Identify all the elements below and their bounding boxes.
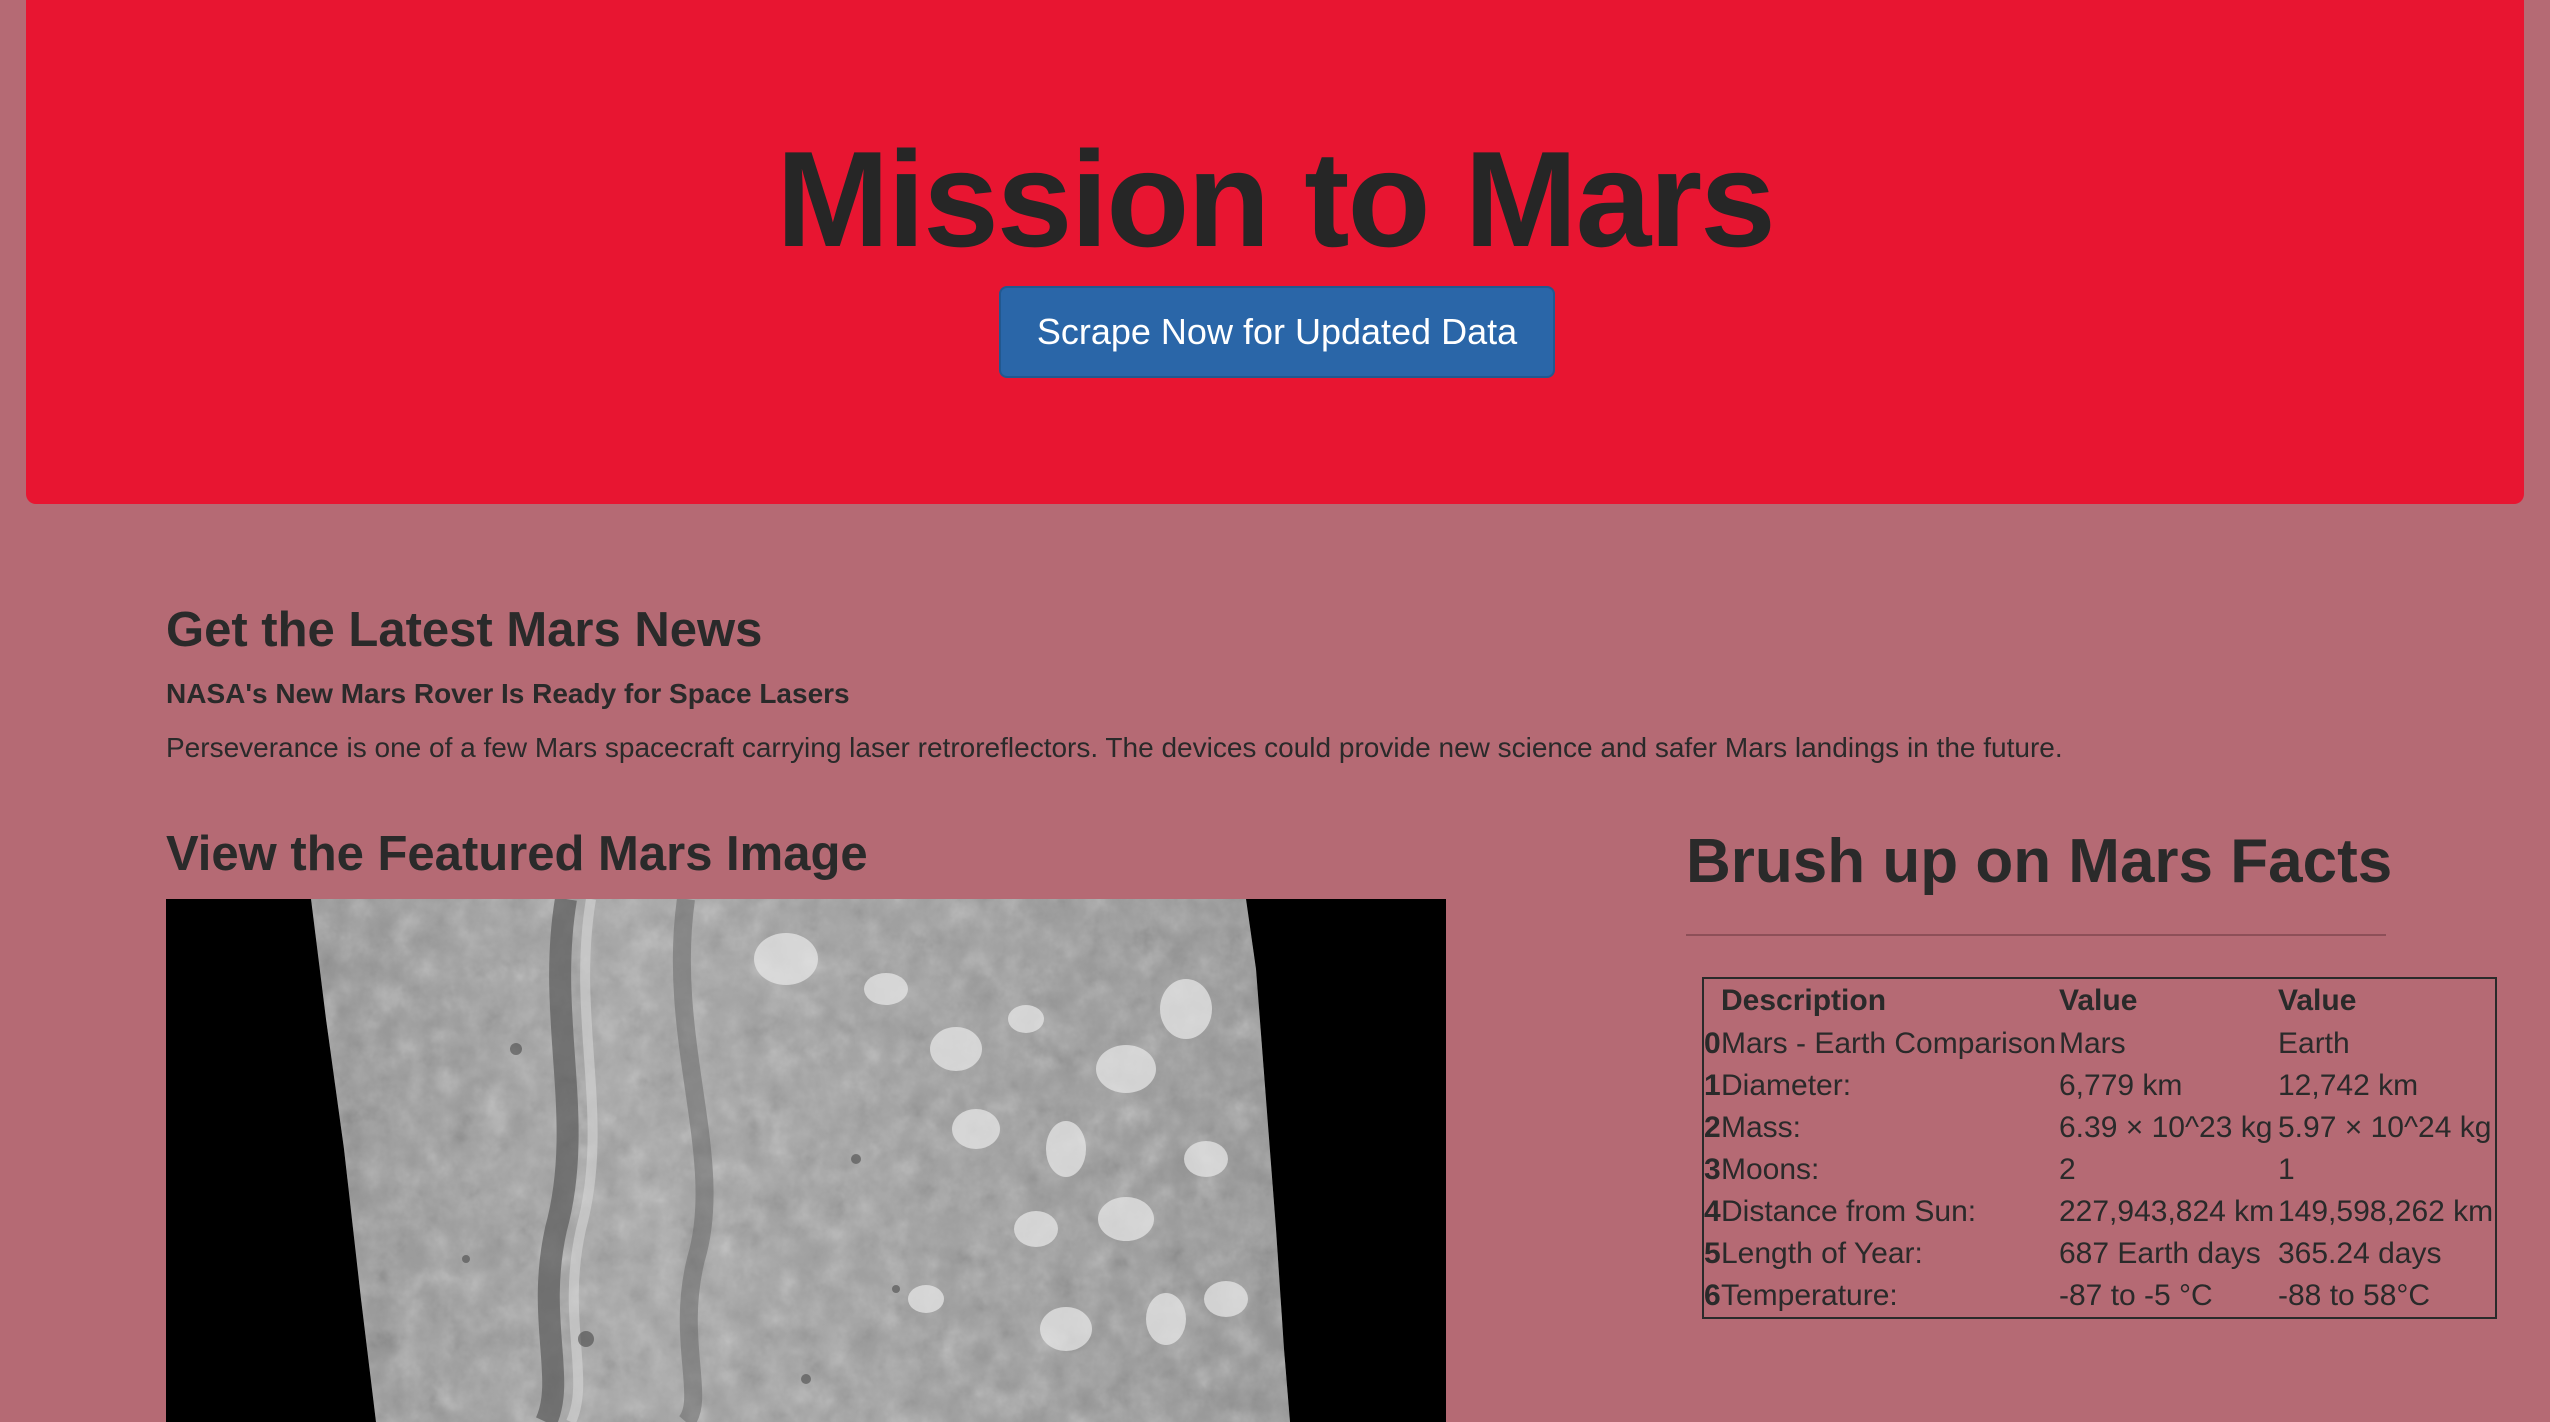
column-header: Value [2059,984,2138,1017]
row-earth-value: 149,598,262 km [2278,1195,2494,1228]
row-mars-value: Mars [2059,1027,2126,1060]
row-mars-value: 227,943,824 km [2059,1195,2275,1228]
row-mars-value: 6.39 × 10^23 kg [2059,1111,2273,1144]
row-index: 0 [1704,1027,1721,1060]
row-index: 1 [1704,1069,1721,1102]
jumbotron: Mission to Mars Scrape Now for Updated D… [26,0,2524,504]
table-row: 2 Mass: 6.39 × 10^23 kg 5.97 × 10^24 kg [1703,1107,2496,1149]
index-header [1703,978,1721,1023]
row-earth-value: 365.24 days [2278,1237,2442,1270]
featured-mars-image[interactable] [166,899,1446,1422]
row-description: Mass: [1721,1111,1802,1144]
row-mars-value: 2 [2059,1153,2076,1186]
row-earth-value: -88 to 58°C [2278,1279,2431,1312]
featured-image-heading: View the Featured Mars Image [166,827,868,881]
table-row: 0 Mars - Earth Comparison Mars Earth [1703,1023,2496,1065]
row-description: Diameter: [1721,1069,1852,1102]
column-header: Value [2278,984,2357,1017]
mars-facts-table: Description Value Value 0 Mars - Earth C… [1702,977,2497,1319]
scrape-button[interactable]: Scrape Now for Updated Data [999,286,1555,378]
table-header-row: Description Value Value [1703,978,2496,1023]
row-index: 2 [1704,1111,1721,1144]
row-earth-value: 5.97 × 10^24 kg [2278,1111,2492,1144]
table-row: 3 Moons: 2 1 [1703,1149,2496,1191]
row-description: Distance from Sun: [1721,1195,1977,1228]
row-index: 3 [1704,1153,1721,1186]
row-index: 5 [1704,1237,1721,1270]
facts-heading: Brush up on Mars Facts [1686,827,2393,896]
row-earth-value: 12,742 km [2278,1069,2419,1102]
row-description: Moons: [1721,1153,1820,1186]
row-index: 6 [1704,1279,1721,1312]
news-title: NASA's New Mars Rover Is Ready for Space… [166,678,850,709]
page-title: Mission to Mars [776,123,1776,275]
row-mars-value: 6,779 km [2059,1069,2183,1102]
row-index: 4 [1704,1195,1721,1228]
row-earth-value: 1 [2278,1153,2295,1186]
column-header: Description [1721,984,1887,1017]
divider [1686,934,2386,936]
news-teaser: Perseverance is one of a few Mars spacec… [166,732,2063,763]
row-mars-value: -87 to -5 °C [2059,1279,2213,1312]
table-row: 4 Distance from Sun: 227,943,824 km 149,… [1703,1191,2496,1233]
table-row: 6 Temperature: -87 to -5 °C -88 to 58°C [1703,1275,2496,1318]
row-description: Temperature: [1721,1279,1898,1312]
row-description: Length of Year: [1721,1237,1923,1270]
row-earth-value: Earth [2278,1027,2350,1060]
news-heading: Get the Latest Mars News [166,603,763,657]
row-description: Mars - Earth Comparison [1721,1027,2057,1060]
table-row: 5 Length of Year: 687 Earth days 365.24 … [1703,1233,2496,1275]
mars-surface-image [166,899,1446,1422]
table-row: 1 Diameter: 6,779 km 12,742 km [1703,1065,2496,1107]
row-mars-value: 687 Earth days [2059,1237,2261,1270]
